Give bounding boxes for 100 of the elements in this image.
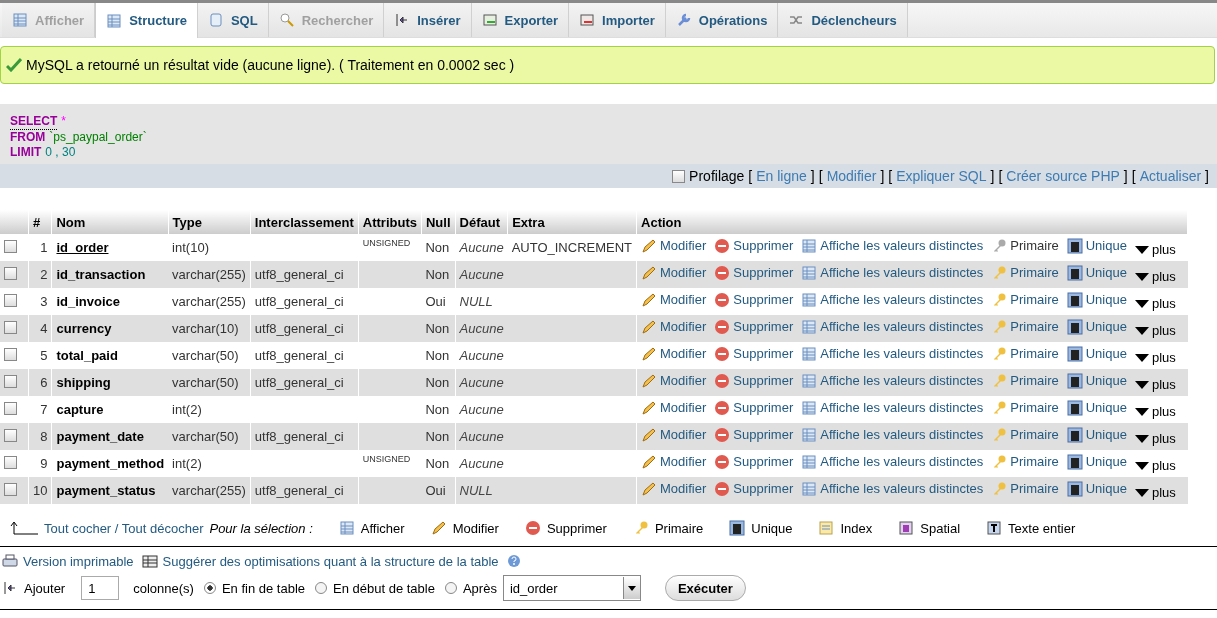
table-icon bbox=[106, 12, 123, 29]
bulk-action[interactable]: Supprimer bbox=[524, 520, 607, 536]
checkbox[interactable] bbox=[4, 347, 17, 361]
action-link[interactable]: Supprimer bbox=[714, 426, 794, 443]
action-link[interactable]: Unique bbox=[1066, 291, 1127, 308]
action-link[interactable]: Primaire bbox=[991, 453, 1059, 470]
action-link[interactable]: Affiche les valeurs distinctes bbox=[801, 237, 984, 254]
tab[interactable]: Opérations bbox=[665, 3, 779, 37]
action-link[interactable]: Supprimer bbox=[714, 399, 794, 416]
tab[interactable]: Importer bbox=[569, 3, 666, 37]
checkbox[interactable] bbox=[4, 455, 17, 469]
bulk-action[interactable]: Spatial bbox=[898, 520, 961, 536]
action-link[interactable]: Primaire bbox=[991, 399, 1059, 416]
help-icon[interactable] bbox=[506, 554, 521, 568]
action-link[interactable]: Modifier bbox=[641, 372, 707, 389]
action-link[interactable]: Modifier bbox=[641, 426, 707, 443]
bulk-action[interactable]: Index bbox=[818, 520, 873, 536]
action-link[interactable]: Unique bbox=[1066, 426, 1127, 443]
action-link[interactable]: Unique bbox=[1066, 318, 1127, 335]
bulk-action[interactable]: Primaire bbox=[632, 520, 704, 536]
action-link[interactable]: Modifier bbox=[641, 318, 707, 335]
action-link[interactable]: Unique bbox=[1066, 345, 1127, 362]
action-link[interactable]: Supprimer bbox=[714, 264, 794, 281]
radio-button[interactable] bbox=[315, 582, 328, 594]
checkbox[interactable] bbox=[4, 428, 17, 442]
execute-button[interactable]: Exécuter bbox=[664, 575, 746, 601]
check-all-link[interactable]: Tout cocher / Tout décocher bbox=[44, 520, 204, 536]
action-link[interactable]: Primaire bbox=[991, 480, 1059, 497]
tab[interactable]: Structure bbox=[95, 3, 198, 38]
action-link[interactable]: plus bbox=[1134, 458, 1176, 474]
action-link[interactable]: Supprimer bbox=[714, 291, 794, 308]
action-link[interactable]: Affiche les valeurs distinctes bbox=[801, 318, 984, 335]
action-link[interactable]: Supprimer bbox=[714, 480, 794, 497]
action-link[interactable]: plus bbox=[1134, 323, 1176, 339]
action-link[interactable]: Unique bbox=[1066, 453, 1127, 470]
action-link[interactable]: Affiche les valeurs distinctes bbox=[801, 453, 984, 470]
action-link[interactable]: Unique bbox=[1066, 264, 1127, 281]
action-link[interactable]: Primaire bbox=[991, 426, 1059, 443]
pencil-icon bbox=[641, 372, 658, 389]
bulk-action[interactable]: Texte entier bbox=[986, 520, 1076, 536]
action-link[interactable]: plus bbox=[1134, 242, 1176, 258]
checkbox[interactable] bbox=[4, 320, 17, 334]
checkbox[interactable] bbox=[4, 482, 17, 496]
action-link[interactable]: Unique bbox=[1066, 237, 1127, 254]
action-link[interactable]: Modifier bbox=[641, 480, 707, 497]
action-link[interactable]: Primaire bbox=[991, 264, 1059, 281]
action-link[interactable]: Primaire bbox=[991, 291, 1059, 308]
action-link[interactable]: Affiche les valeurs distinctes bbox=[801, 426, 984, 443]
row-number: 10 bbox=[28, 477, 52, 504]
checkbox[interactable] bbox=[4, 266, 17, 280]
action-link[interactable]: Supprimer bbox=[714, 372, 794, 389]
bulk-action[interactable]: Modifier bbox=[430, 520, 499, 536]
action-link[interactable]: Modifier bbox=[641, 399, 707, 416]
column-count-field[interactable]: 1 bbox=[81, 576, 120, 600]
action-link[interactable]: Affiche les valeurs distinctes bbox=[801, 264, 984, 281]
radio-button[interactable] bbox=[444, 582, 457, 594]
action-link[interactable]: Modifier bbox=[641, 264, 707, 281]
footer-link[interactable]: Suggérer des optimisations quant à la structure de la table bbox=[141, 553, 499, 569]
radio-button[interactable] bbox=[203, 582, 216, 594]
action-link[interactable]: Modifier bbox=[641, 345, 707, 362]
action-link[interactable]: plus bbox=[1134, 269, 1176, 285]
action-link[interactable]: Modifier bbox=[641, 237, 707, 254]
bulk-action[interactable]: Afficher bbox=[338, 520, 405, 536]
checkbox[interactable] bbox=[4, 374, 17, 388]
action-link[interactable]: Affiche les valeurs distinctes bbox=[801, 480, 984, 497]
checkbox[interactable] bbox=[672, 169, 686, 183]
action-link[interactable]: Primaire bbox=[991, 318, 1059, 335]
action-link[interactable]: plus bbox=[1134, 404, 1176, 420]
action-link[interactable]: plus bbox=[1134, 296, 1176, 312]
action-link[interactable]: Supprimer bbox=[714, 237, 794, 254]
action-link[interactable]: Unique bbox=[1066, 399, 1127, 416]
action-link[interactable]: plus bbox=[1134, 485, 1176, 501]
action-link[interactable]: Supprimer bbox=[714, 345, 794, 362]
action-link[interactable]: Primaire bbox=[991, 345, 1059, 362]
tab[interactable]: SQL bbox=[197, 3, 269, 37]
footer-link[interactable]: Version imprimable bbox=[2, 553, 134, 569]
action-link[interactable]: Supprimer bbox=[714, 318, 794, 335]
action-link[interactable]: Affiche les valeurs distinctes bbox=[801, 399, 984, 416]
checkbox[interactable] bbox=[4, 293, 17, 307]
action-link[interactable]: Affiche les valeurs distinctes bbox=[801, 291, 984, 308]
action-link[interactable]: Modifier bbox=[641, 291, 707, 308]
action-link[interactable]: Modifier bbox=[641, 453, 707, 470]
action-link[interactable]: Primaire bbox=[991, 372, 1059, 389]
action-link[interactable]: Unique bbox=[1066, 372, 1127, 389]
tab[interactable]: Insérer bbox=[384, 3, 472, 37]
bulk-action[interactable]: Unique bbox=[729, 520, 793, 536]
tab[interactable]: Déclencheurs bbox=[778, 3, 908, 37]
action-link[interactable]: Affiche les valeurs distinctes bbox=[801, 372, 984, 389]
action-link[interactable]: Affiche les valeurs distinctes bbox=[801, 345, 984, 362]
delete-icon bbox=[714, 453, 731, 470]
action-link[interactable]: plus bbox=[1134, 431, 1176, 447]
action-link[interactable]: plus bbox=[1134, 377, 1176, 393]
field-select[interactable]: id_order bbox=[502, 575, 641, 601]
field-name: payment_method bbox=[51, 450, 169, 477]
tab[interactable]: Exporter bbox=[471, 3, 570, 37]
action-link[interactable]: Unique bbox=[1066, 480, 1127, 497]
action-link[interactable]: plus bbox=[1134, 350, 1176, 366]
checkbox[interactable] bbox=[4, 239, 17, 253]
checkbox[interactable] bbox=[4, 401, 17, 415]
action-link[interactable]: Supprimer bbox=[714, 453, 794, 470]
